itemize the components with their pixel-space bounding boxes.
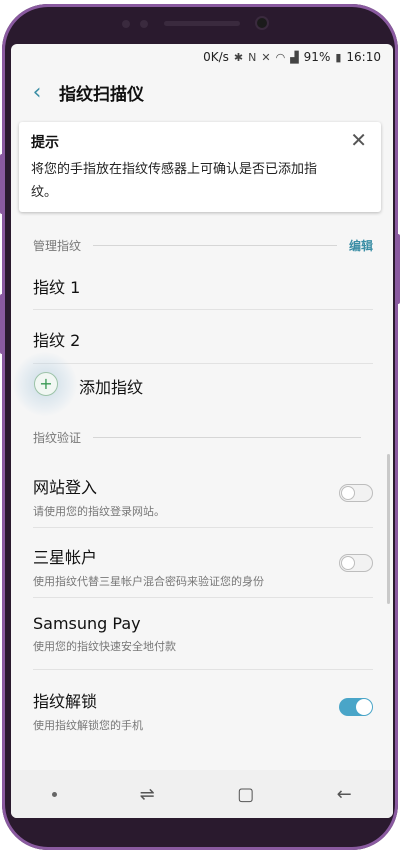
- fingerprint-item-2[interactable]: 指纹 2: [33, 310, 373, 364]
- fingerprint-unlock-toggle[interactable]: [339, 698, 373, 716]
- fingerprint-label: 指纹 1: [33, 278, 81, 297]
- front-camera: [257, 18, 267, 28]
- divider: [93, 436, 361, 438]
- home-icon[interactable]: ▢: [237, 784, 254, 805]
- add-fingerprint-label: 添加指纹: [79, 378, 144, 397]
- power-button: [395, 234, 400, 304]
- edit-button[interactable]: 编辑: [349, 237, 373, 254]
- tip-body: 将您的手指放在指纹传感器上可确认是否已添加指纹。: [31, 162, 318, 200]
- bixby-button: [0, 294, 5, 354]
- toggle-knob: [341, 556, 355, 570]
- section-label: 指纹验证: [33, 430, 82, 445]
- fingerprint-verify-header: 指纹验证: [33, 427, 373, 447]
- plus-icon: +: [34, 372, 58, 396]
- page-title: 指纹扫描仪: [59, 84, 144, 105]
- earpiece-speaker: [164, 21, 240, 26]
- add-fingerprint-button[interactable]: + 添加指纹: [11, 352, 393, 418]
- setting-description: 使用指纹代替三星帐户混合密码来验证您的身份: [33, 575, 264, 588]
- screen: 0K/s ✱ Ν ✕ ◠ ▟ 91% ▮ 16:10 ‹ 指纹扫描仪 提示 将您…: [11, 44, 393, 818]
- light-sensor: [140, 20, 148, 28]
- navigation-bar: ⇌ ▢ ←: [11, 770, 393, 818]
- volume-button: [0, 154, 5, 214]
- setting-website-login[interactable]: 网站登入 请使用您的指纹登录网站。: [33, 458, 373, 528]
- status-bar: 0K/s ✱ Ν ✕ ◠ ▟ 91% ▮ 16:10: [11, 44, 393, 70]
- manage-fingerprints-header: 管理指纹 编辑: [33, 235, 373, 255]
- setting-fingerprint-unlock[interactable]: 指纹解锁 使用指纹解锁您的手机: [33, 670, 373, 742]
- proximity-sensor: [122, 20, 130, 28]
- samsung-account-toggle[interactable]: [339, 554, 373, 572]
- toggle-knob: [341, 486, 355, 500]
- app-header: ‹ 指纹扫描仪: [11, 70, 393, 114]
- phone-frame: 0K/s ✱ Ν ✕ ◠ ▟ 91% ▮ 16:10 ‹ 指纹扫描仪 提示 将您…: [0, 4, 400, 850]
- bluetooth-icon: ✱: [233, 50, 244, 64]
- setting-label: 网站登入: [33, 478, 98, 497]
- tip-title: 提示: [31, 135, 59, 151]
- phone-top-bezel: [2, 4, 398, 44]
- back-arrow-icon[interactable]: ‹: [19, 80, 55, 105]
- scrollbar[interactable]: [387, 454, 390, 604]
- setting-label: Samsung Pay: [33, 614, 141, 633]
- website-login-toggle[interactable]: [339, 484, 373, 502]
- setting-samsung-pay[interactable]: Samsung Pay 使用您的指纹快速安全地付款: [33, 598, 373, 670]
- setting-label: 三星帐户: [33, 548, 98, 567]
- nfc-icon: Ν: [248, 50, 257, 64]
- divider: [93, 244, 337, 246]
- recent-apps-icon[interactable]: ⇌: [140, 784, 155, 805]
- toggle-knob: [356, 699, 372, 715]
- battery-icon: ▮: [335, 50, 342, 64]
- tip-card: 提示 将您的手指放在指纹传感器上可确认是否已添加指纹。 ✕: [19, 122, 381, 212]
- back-icon[interactable]: ←: [337, 784, 352, 805]
- fingerprint-label: 指纹 2: [33, 331, 81, 350]
- fingerprint-item-1[interactable]: 指纹 1: [33, 256, 373, 310]
- section-label: 管理指纹: [33, 238, 82, 253]
- setting-samsung-account[interactable]: 三星帐户 使用指纹代替三星帐户混合密码来验证您的身份: [33, 528, 373, 598]
- setting-description: 使用您的指纹快速安全地付款: [33, 640, 176, 653]
- network-speed: 0K/s: [203, 50, 229, 64]
- setting-description: 请使用您的指纹登录网站。: [33, 505, 165, 518]
- battery-level: 91%: [303, 50, 331, 64]
- mute-icon: ✕: [261, 50, 271, 64]
- close-icon[interactable]: ✕: [350, 128, 367, 152]
- clock: 16:10: [346, 50, 381, 64]
- wifi-icon: ◠: [275, 50, 286, 64]
- nav-indicator-dot: [52, 791, 58, 797]
- setting-description: 使用指纹解锁您的手机: [33, 719, 143, 732]
- setting-label: 指纹解锁: [33, 692, 98, 711]
- signal-icon: ▟: [290, 50, 299, 64]
